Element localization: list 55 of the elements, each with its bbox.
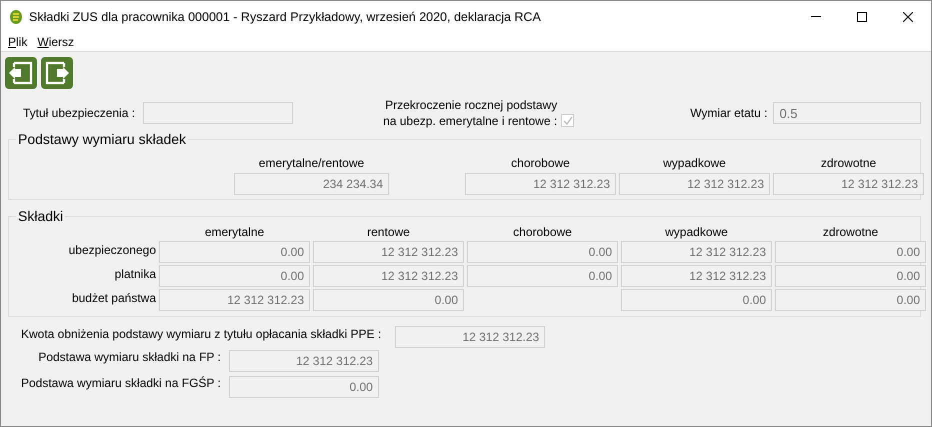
amount-field[interactable]: 0.00 [467,241,618,263]
group-title: Składki [16,208,66,224]
amount-field[interactable]: 0.00 [775,265,926,287]
amount-field[interactable]: 0.00 [159,241,310,263]
amount-field[interactable]: 234 234.34 [234,173,389,195]
amount-field[interactable]: 12 312 312.23 [621,241,772,263]
column-header: emerytalne [204,225,266,239]
arrow-right-icon [44,61,70,85]
field-label: Tytuł ubezpieczenia : [23,106,136,120]
column-header: zdrowotne [822,225,880,239]
group-title: Podstawy wymiaru składek [16,131,188,147]
amount-field[interactable]: 12 312 312.23 [313,241,464,263]
arrow-left-icon [8,61,34,85]
window-title: Składki ZUS dla pracownika 000001 - Ryszard Przykładowy, wrzesień 2020, deklaracja RCA [29,10,542,24]
amount-field[interactable]: 12 312 312.23 [773,173,924,195]
menu-item[interactable]: Plik [8,34,28,48]
row-label: budżet państwa [70,290,156,307]
amount-field[interactable]: 12 312 312.23 [159,289,310,311]
column-header: chorobowe [512,225,573,239]
field-label: Przekroczenie rocznej podstawy na ubezp. emerytalne i rentowe : [383,97,558,129]
amount-field[interactable]: 12 312 312.23 [313,265,464,287]
field-label: Podstawa wymiaru składki na FGŚP : [21,376,221,392]
column-header: chorobowe [510,156,571,170]
amount-field[interactable]: 0.00 [159,265,310,287]
column-header: zdrowotne [820,156,878,170]
amount-field[interactable]: 12 312 312.23 [621,265,772,287]
field-label: Wymiar etatu : [690,106,768,120]
work-time-field[interactable]: 0.5 [773,102,922,124]
amount-field[interactable]: 0.00 [228,376,379,398]
next-button[interactable] [41,57,73,89]
amount-field[interactable]: 12 312 312.23 [619,173,770,195]
amount-field[interactable]: 12 312 312.23 [228,350,379,372]
check-icon [562,116,573,124]
menu-item[interactable]: Wiersz [37,34,74,48]
amount-field[interactable]: 0.00 [775,289,926,311]
previous-button[interactable] [5,57,37,89]
field-label: Kwota obniżenia podstawy wymiaru z tytułu opłacania składki PPE : [21,326,382,343]
amount-field[interactable]: 0.00 [775,241,926,263]
amount-field[interactable]: 0.00 [467,265,618,287]
row-label: platnika [114,266,156,283]
app-logo-icon [9,8,23,24]
insurance-title-field[interactable] [143,102,294,124]
column-header: wypadkowe [664,225,729,239]
amount-field[interactable]: 0.00 [313,289,464,311]
amount-field[interactable]: 0.00 [621,289,772,311]
column-header: wypadkowe [662,156,727,170]
close-icon [903,12,913,22]
field-label: Podstawa wymiaru składki na FP : [37,350,221,366]
column-header: emerytalne/rentowe [258,156,366,170]
minimize-icon [811,16,821,17]
amount-field[interactable]: 12 312 312.23 [395,326,546,348]
row-label: ubezpieczonego [68,242,156,259]
maximize-icon [857,12,867,22]
amount-field[interactable]: 12 312 312.23 [465,173,616,195]
column-header: rentowe [366,225,411,239]
